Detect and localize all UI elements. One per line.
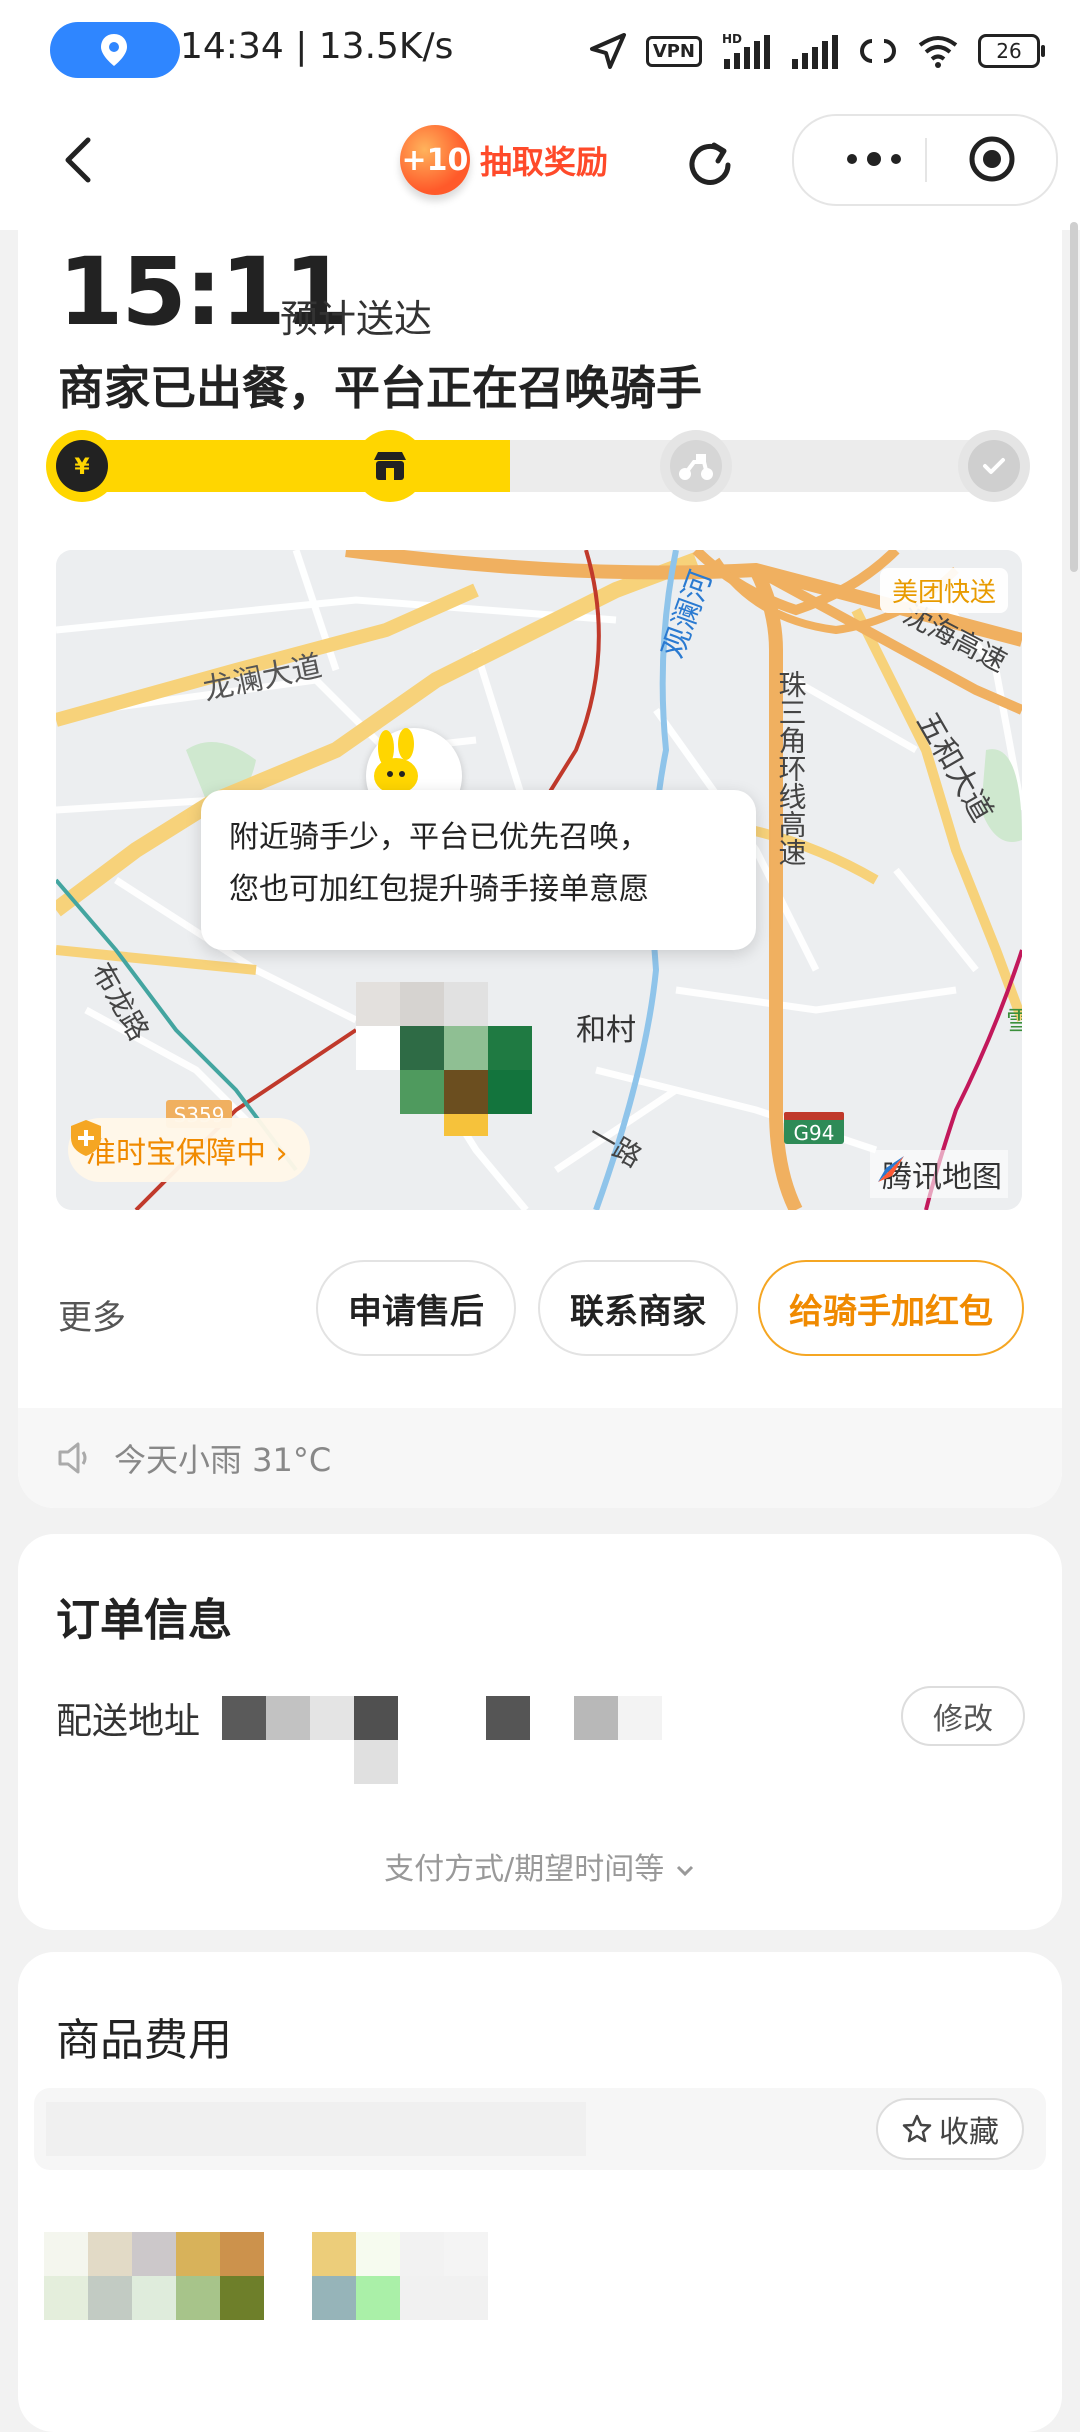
map-sign-g94: G94 [794,1121,835,1145]
favorite-label: 收藏 [939,2115,999,2150]
navigation-arrow-icon [589,33,626,69]
reward-button[interactable]: +10 抽取奖励 [400,120,608,200]
favorite-button[interactable]: 收藏 [876,2098,1024,2160]
back-arrow-icon[interactable] [50,130,110,190]
yuan-icon: ¥ [74,455,90,480]
tip-line-1: 附近骑手少，平台已优先召唤， [229,820,649,855]
step-rider [660,430,732,502]
payment-expand-label: 支付方式/期望时间等 [384,1852,665,1887]
status-icons: VPN HD 26 [588,26,1045,76]
signal-icon [792,35,838,69]
rabbit-icon [374,728,418,794]
svg-text:¥: ¥ [74,455,90,480]
shield-icon [71,1120,101,1156]
speaker-icon [58,1442,87,1474]
guarantee-label: 准时宝保障中 › [86,1136,288,1171]
top-navigation: +10 抽取奖励 [0,100,1080,230]
link-icon [860,39,896,63]
order-status-title: 商家已出餐，平台正在召唤骑手 [58,361,702,415]
svg-text:珠三角环线高速: 珠三角环线高速 [775,670,808,866]
payment-expand-toggle[interactable]: 支付方式/期望时间等 [18,1844,1062,1888]
signal-hd-icon: HD [722,32,770,69]
delivery-progress: ¥ [46,430,1030,502]
tencent-map-logo: 腾讯地图 [870,1150,1008,1198]
status-bar: 14:34 | 13.5K/s VPN HD 26 [0,0,1080,100]
delivery-status-card: 15:11 预计送达 商家已出餐，平台正在召唤骑手 ¥ 龙澜大道 沈海高速 观澜… [18,228,1062,1508]
goods-thumbnails-redacted [44,2232,564,2332]
ontime-guarantee-badge[interactable]: 准时宝保障中 › [68,1118,310,1182]
close-target-icon[interactable] [964,134,1020,184]
rider-tip-bubble: 附近骑手少，平台已优先召唤， 您也可加红包提升骑手接单意愿 [201,790,756,950]
progress-fill [56,440,510,492]
location-indicator [50,22,180,78]
delivery-address-redacted [222,1696,682,1796]
goods-fee-card: 商品费用 收藏 [18,1952,1062,2432]
weather-text: 今天小雨 31°C [114,1441,332,1479]
order-info-title: 订单信息 [56,1595,232,1646]
order-info-card: 订单信息 配送地址 修改 支付方式/期望时间等 [18,1534,1062,1930]
step-delivered [958,430,1030,502]
wifi-icon [918,36,958,68]
capsule-divider [925,138,927,182]
step-merchant [354,430,426,502]
tip-line-2: 您也可加红包提升骑手接单意愿 [229,872,649,907]
miniprogram-capsule [792,114,1058,206]
goods-fee-title: 商品费用 [56,2015,232,2066]
after-sale-button[interactable]: 申请售后 [316,1260,516,1356]
reward-badge: +10 [400,125,470,195]
eta-label: 预计送达 [280,297,433,341]
scooter-icon [679,454,713,480]
step-paid: ¥ [46,430,118,502]
weather-bar: 今天小雨 31°C [18,1408,1062,1508]
contact-merchant-button[interactable]: 联系商家 [538,1260,738,1356]
svg-text:HD: HD [722,32,742,46]
refresh-icon[interactable] [680,135,740,195]
compass-icon [878,1156,904,1182]
delivery-map[interactable]: 龙澜大道 沈海高速 观澜河 五和大道 布龙路 和村 一路 雪 珠三角环线高速 S… [56,550,1022,1210]
chevron-down-icon [676,1865,693,1877]
more-actions-label[interactable]: 更多 [58,1290,126,1339]
location-pin-icon [101,34,127,66]
delivery-address-label: 配送地址 [56,1701,201,1742]
merchant-name-redacted [46,2102,586,2156]
status-time-speed: 14:34 | 13.5K/s [180,26,454,67]
map-label-snow: 雪 [1006,1007,1022,1037]
destination-marker [356,982,636,1192]
modify-address-button[interactable]: 修改 [901,1686,1025,1746]
store-icon [374,452,406,480]
reward-label: 抽取奖励 [480,143,609,181]
provider-tag: 美团快送 [879,568,1008,613]
star-icon [902,2114,932,2143]
check-icon [983,458,1005,474]
scrollbar[interactable] [1070,222,1078,572]
battery-icon: 26 [978,34,1045,68]
vpn-icon: VPN [645,35,702,67]
add-rider-tip-button[interactable]: 给骑手加红包 [758,1260,1024,1356]
map-label-expressway: 珠三角环线高速 [775,670,808,866]
more-dots-icon[interactable] [834,134,914,184]
